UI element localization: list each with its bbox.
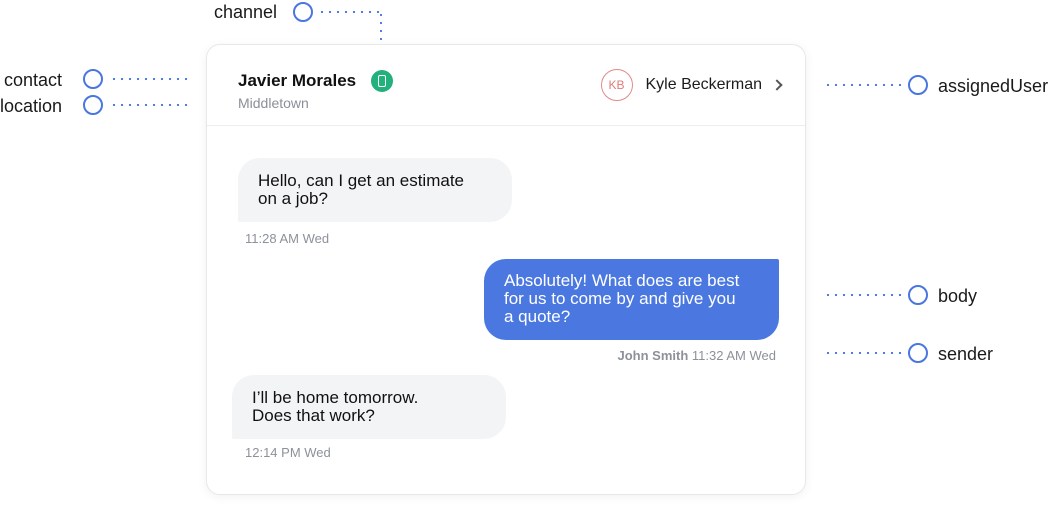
annotation-sender-circle: [908, 343, 928, 363]
annotation-channel-label: channel: [214, 2, 278, 22]
message-body: Absolutely! What does are best for us to…: [504, 271, 740, 326]
message-timestamp: 11:32 AM Wed: [691, 348, 776, 363]
annotation-location-label: location: [0, 96, 63, 116]
annotation-assigneduser-label: assignedUser: [938, 76, 1049, 96]
chevron-right-icon: [771, 79, 783, 91]
avatar: KB: [600, 69, 633, 101]
assigned-user-button[interactable]: KB Kyle Beckerman: [600, 69, 783, 101]
message-sender: John Smith: [617, 348, 689, 363]
conversation-header: Javier Morales Middletown KB Kyle Becker…: [207, 45, 805, 126]
contact-name[interactable]: Javier Morales: [238, 71, 356, 91]
annotation-assigneduser-connector: [824, 84, 904, 86]
annotation-contact-connector: [110, 78, 190, 80]
annotation-body-circle: [908, 285, 928, 305]
annotation-assigneduser-circle: [908, 75, 928, 95]
assigned-user-name: Kyle Beckerman: [645, 76, 763, 93]
annotation-body-label: body: [938, 286, 978, 306]
message-meta-outgoing: John Smith 11:32 AM Wed: [618, 348, 776, 363]
annotation-channel-circle: [293, 2, 313, 22]
annotation-location-circle: [83, 95, 103, 115]
message-bubble-outgoing: Absolutely! What does are best for us to…: [484, 259, 779, 340]
message-timestamp: 12:14 PM Wed: [245, 445, 331, 460]
annotation-body-connector: [824, 294, 904, 296]
message-body: Hello, can I get an estimate on a job?: [258, 171, 465, 208]
contact-location: Middletown: [238, 95, 309, 111]
conversation-card: Javier Morales Middletown KB Kyle Becker…: [206, 44, 806, 495]
annotation-location-connector: [110, 104, 190, 106]
annotation-channel-connector: [318, 11, 382, 13]
annotation-sender-label: sender: [938, 344, 994, 364]
annotation-contact-label: contact: [4, 70, 63, 90]
mobile-phone-icon: [371, 70, 393, 92]
message-bubble-incoming: I’ll be home tomorrow. Does that work?: [232, 375, 506, 439]
message-body: I’ll be home tomorrow. Does that work?: [252, 388, 419, 425]
annotation-sender-connector: [824, 352, 904, 354]
message-bubble-incoming: Hello, can I get an estimate on a job?: [238, 158, 512, 222]
annotation-contact-circle: [83, 69, 103, 89]
message-timestamp: 11:28 AM Wed: [245, 231, 330, 246]
